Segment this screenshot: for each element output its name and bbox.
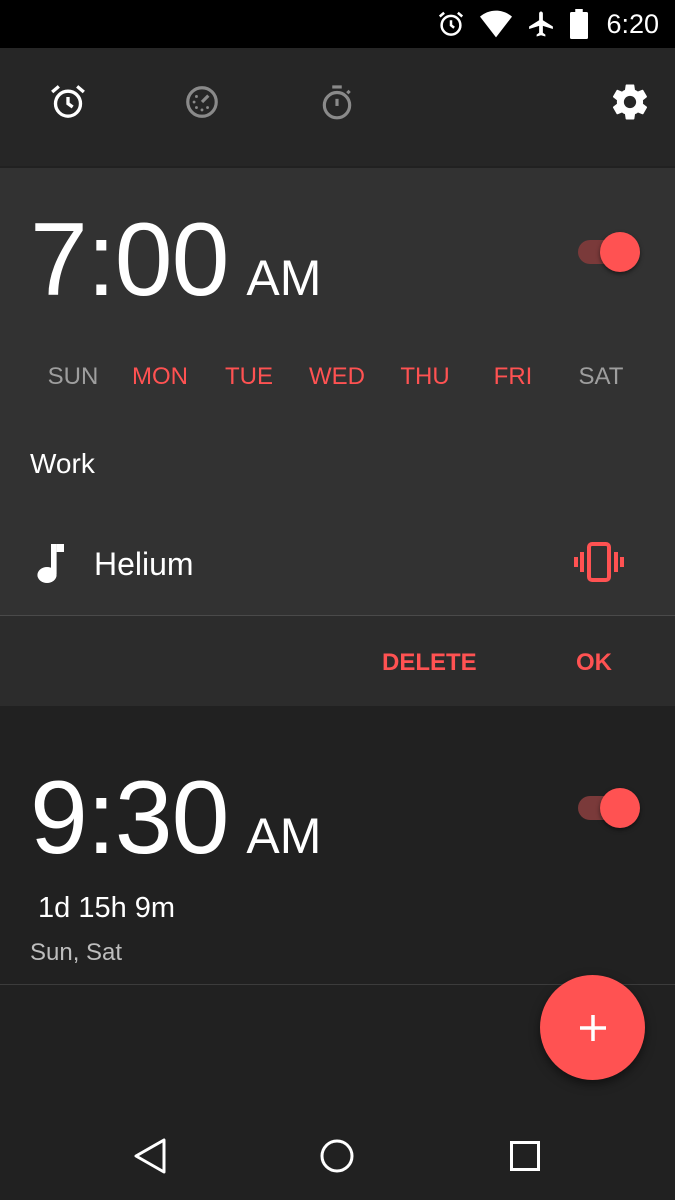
add-alarm-button[interactable] [540,975,645,1080]
alarm-toggle[interactable] [576,788,640,828]
delete-button[interactable]: DELETE [382,649,477,677]
alarm-toggle[interactable] [576,232,640,272]
alarm-time[interactable]: 9:30 AM [30,766,321,870]
alarm-time-digits: 9:30 [30,760,229,876]
recents-icon [510,1141,540,1171]
alarm-clock-icon [51,85,85,118]
day-sat[interactable]: SAT [579,363,624,391]
alarm-action-bar: DELETE OK [0,616,675,706]
day-fri[interactable]: FRI [494,363,533,391]
alarm-card-expanded[interactable]: 7:00 AM SUN MON TUE WED THU FRI SAT Work… [0,168,675,706]
tab-alarm[interactable] [40,74,96,130]
ok-button[interactable]: OK [576,649,612,677]
day-wed[interactable]: WED [309,363,365,391]
day-sun[interactable]: SUN [48,363,99,391]
settings-button[interactable] [602,74,658,130]
day-mon[interactable]: MON [132,363,188,391]
clock-icon [186,86,218,118]
alarm-time[interactable]: 7:00 AM [30,208,321,312]
toggle-thumb [600,788,640,828]
back-button[interactable] [128,1134,172,1178]
status-bar: 6:20 [0,0,675,48]
status-time: 6:20 [606,8,659,39]
tab-toolbar [0,48,675,166]
vibrate-icon[interactable] [574,542,624,582]
navigation-bar [0,1110,675,1200]
gear-icon [612,84,648,120]
plus-icon [579,1014,606,1041]
music-note-icon [37,544,64,583]
ringtone-row: Helium [0,528,675,600]
battery-icon [570,9,589,39]
home-icon [320,1139,354,1173]
ringtone-name[interactable]: Helium [94,546,194,583]
alarm-repeat-summary: Sun, Sat [30,939,123,966]
stopwatch-icon [322,85,352,120]
tab-stopwatch[interactable] [309,74,365,130]
alarm-icon [439,11,464,36]
repeat-days: SUN MON TUE WED THU FRI SAT [0,358,675,398]
alarm-time-ampm: AM [246,808,322,864]
wifi-icon [480,10,513,38]
day-thu[interactable]: THU [400,363,449,391]
recents-button[interactable] [503,1134,547,1178]
alarm-countdown: 1d 15h 9m [38,892,176,924]
alarm-label[interactable]: Work [30,448,95,480]
alarm-time-ampm: AM [246,250,322,306]
day-tue[interactable]: TUE [225,363,273,391]
tab-clock[interactable] [174,74,230,130]
alarm-card-collapsed[interactable]: 9:30 AM 1d 15h 9m Sun, Sat [0,706,675,984]
toggle-thumb [600,232,640,272]
home-button[interactable] [315,1134,359,1178]
back-icon [134,1138,166,1174]
airplane-icon [529,11,554,37]
alarm-time-digits: 7:00 [30,202,229,318]
